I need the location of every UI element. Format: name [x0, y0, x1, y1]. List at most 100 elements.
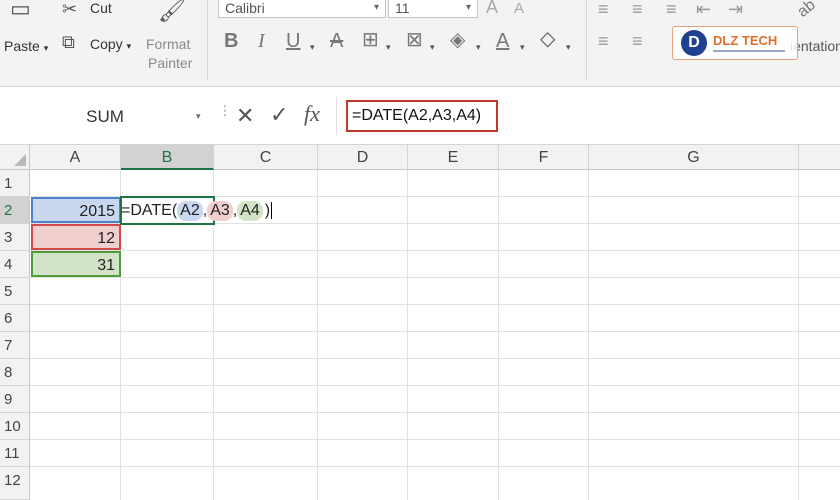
- italic-icon[interactable]: I: [258, 31, 265, 51]
- chevron-down-icon[interactable]: ▾: [430, 38, 435, 56]
- bold-icon[interactable]: B: [224, 31, 238, 51]
- select-all-corner[interactable]: [0, 145, 30, 170]
- gridline: [30, 304, 840, 305]
- copy-icon[interactable]: ⧉: [62, 33, 75, 51]
- paintbrush-icon[interactable]: 🖌: [158, 0, 186, 22]
- cell-b2-editor[interactable]: =DATE(A2, A3, A4): [121, 197, 293, 224]
- strikethrough-icon[interactable]: A: [330, 31, 343, 51]
- row-header-10[interactable]: 10: [0, 413, 30, 440]
- gridline: [798, 170, 799, 500]
- row-header-8[interactable]: 8: [0, 359, 30, 386]
- logo-tagline-bar: [713, 50, 785, 52]
- gridline: [30, 250, 840, 251]
- row-header-2[interactable]: 2: [0, 197, 30, 224]
- align-center-icon[interactable]: ≡: [632, 32, 643, 50]
- decrease-font-icon[interactable]: A: [514, 0, 524, 18]
- align-top-icon[interactable]: ≡: [598, 0, 609, 18]
- logo-d-icon: D: [681, 30, 707, 56]
- cell-a2[interactable]: 2015: [31, 197, 121, 223]
- paste-button[interactable]: Paste ▾: [4, 38, 48, 54]
- chevron-down-icon[interactable]: ▾: [566, 38, 571, 56]
- cell-a3-value: 12: [97, 230, 115, 247]
- name-box-dropdown-icon[interactable]: ▾: [196, 111, 201, 122]
- paste-icon[interactable]: ▭: [10, 0, 31, 20]
- increase-indent-icon[interactable]: ⇥: [728, 0, 743, 18]
- gridline: [30, 439, 840, 440]
- enter-icon[interactable]: ✓: [270, 102, 288, 128]
- eraser-icon[interactable]: ◇: [540, 29, 555, 49]
- gridline: [498, 170, 499, 500]
- gridline: [30, 385, 840, 386]
- fill-effects-icon[interactable]: ⊠: [406, 30, 423, 50]
- row-header-12[interactable]: 12: [0, 467, 30, 500]
- font-name-value: Calibri: [225, 0, 265, 16]
- align-middle-icon[interactable]: ≡: [632, 0, 643, 18]
- gridline: [30, 331, 840, 332]
- underline-icon[interactable]: U: [286, 31, 300, 51]
- formula-input[interactable]: =DATE(A2,A3,A4): [346, 100, 498, 132]
- row-header-9[interactable]: 9: [0, 386, 30, 413]
- edit-suffix: ): [264, 202, 271, 219]
- scissors-icon[interactable]: ✂: [62, 0, 77, 18]
- ref-a4: A4: [237, 201, 263, 221]
- cancel-icon[interactable]: ✕: [236, 103, 254, 129]
- row-header-4[interactable]: 4: [0, 251, 30, 278]
- insert-function-icon[interactable]: fx: [304, 101, 320, 127]
- font-size-value: 11: [395, 0, 410, 16]
- ribbon: ▭ Paste ▾ ✂ Cut ⧉ Copy ▾ 🖌 Format Painte…: [0, 0, 840, 87]
- font-color-icon[interactable]: A: [496, 31, 509, 51]
- logo-text: DLZ TECH: [713, 33, 778, 48]
- chevron-down-icon[interactable]: ▾: [386, 38, 391, 56]
- name-box[interactable]: SUM: [0, 103, 210, 131]
- gridline: [30, 277, 840, 278]
- column-header-b[interactable]: B: [121, 145, 214, 170]
- font-name-select[interactable]: Calibri ▾: [218, 0, 386, 18]
- gridline: [588, 170, 589, 500]
- gridline: [30, 466, 840, 467]
- gridline: [30, 412, 840, 413]
- row-header-5[interactable]: 5: [0, 278, 30, 305]
- paste-label: Paste: [4, 38, 40, 54]
- decrease-indent-icon[interactable]: ⇤: [696, 0, 711, 18]
- column-header-c[interactable]: C: [214, 145, 318, 170]
- row-header-3[interactable]: 3: [0, 224, 30, 251]
- column-header-e[interactable]: E: [408, 145, 499, 170]
- gridline: [30, 358, 840, 359]
- row-header-1[interactable]: 1: [0, 170, 30, 197]
- align-bottom-icon[interactable]: ≡: [666, 0, 677, 18]
- spreadsheet-grid[interactable]: A B C D E F G 1 2 3 4 5 6 7 8 9 10 11 12…: [0, 145, 840, 500]
- row-header-7[interactable]: 7: [0, 332, 30, 359]
- chevron-down-icon: ▾: [465, 2, 471, 13]
- fill-color-icon[interactable]: ◈: [450, 30, 465, 50]
- ribbon-divider: [586, 0, 587, 80]
- text-cursor: [271, 202, 273, 219]
- ref-a3: A3: [207, 201, 233, 221]
- cell-a3[interactable]: 12: [31, 224, 121, 250]
- row-header-6[interactable]: 6: [0, 305, 30, 332]
- chevron-down-icon[interactable]: ▾: [476, 38, 481, 56]
- column-header-h[interactable]: [799, 145, 840, 170]
- column-header-d[interactable]: D: [318, 145, 408, 170]
- formula-text: =DATE(A2,A3,A4): [352, 107, 482, 124]
- font-size-select[interactable]: 11 ▾: [388, 0, 478, 18]
- cell-a4[interactable]: 31: [31, 251, 121, 277]
- cut-button[interactable]: Cut: [90, 0, 112, 16]
- fbar-divider: ⁝: [222, 101, 228, 121]
- gridline: [407, 170, 408, 500]
- format-painter-line2[interactable]: Painter: [148, 55, 192, 71]
- formula-bar: SUM ▾ ⁝ ✕ ✓ fx =DATE(A2,A3,A4): [0, 87, 840, 145]
- align-left-icon[interactable]: ≡: [598, 32, 609, 50]
- text-orientation-icon[interactable]: ab: [794, 0, 819, 22]
- row-header-11[interactable]: 11: [0, 440, 30, 467]
- format-painter-line1[interactable]: Format: [146, 36, 190, 52]
- chevron-down-icon[interactable]: ▾: [310, 38, 315, 56]
- chevron-down-icon[interactable]: ▾: [520, 38, 525, 56]
- column-header-a[interactable]: A: [30, 145, 121, 170]
- chevron-down-icon: ▾: [373, 2, 379, 13]
- copy-button[interactable]: Copy ▾: [90, 36, 131, 52]
- column-header-g[interactable]: G: [589, 145, 799, 170]
- copy-label: Copy: [90, 36, 123, 52]
- increase-font-icon[interactable]: A: [486, 0, 498, 16]
- column-header-f[interactable]: F: [499, 145, 589, 170]
- borders-icon[interactable]: ⊞: [362, 30, 379, 50]
